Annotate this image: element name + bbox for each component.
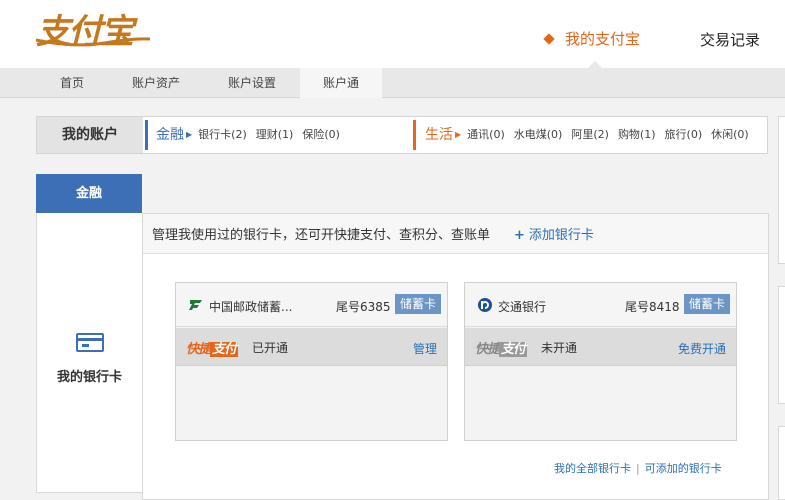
life-group-label[interactable]: 生活 <box>425 120 453 150</box>
nav-trade-records[interactable]: 交易记录 <box>700 29 760 50</box>
sidebar-item-bank-cards-label: 我的银行卡 <box>56 370 122 385</box>
manage-link[interactable]: 管理 <box>413 340 437 357</box>
quick-pay-badge-text: 快捷 <box>186 342 211 357</box>
quick-pay-badge-highlight: 支付 <box>210 342 239 357</box>
quick-pay-badge-highlight: 支付 <box>499 342 528 357</box>
all-bank-cards-link[interactable]: 我的全部银行卡 <box>554 462 631 475</box>
quick-pay-badge: 快捷 支付 <box>186 338 239 357</box>
right-panel-edge <box>778 286 785 404</box>
card-type-badge: 储蓄卡 <box>684 294 731 314</box>
life-item-utilities[interactable]: 水电煤(0) <box>514 120 563 150</box>
triangle-right-icon: ▶ <box>455 130 462 139</box>
sidebar-item-bank-cards[interactable]: 我的银行卡 <box>36 213 143 493</box>
sidebar-tab-finance[interactable]: 金融 <box>36 174 142 213</box>
plus-icon: + <box>514 228 525 243</box>
tab-account-settings[interactable]: 账户设置 <box>212 68 292 98</box>
panel-header: 管理我使用过的银行卡，还可开快捷支付、查积分、查账单 + 添加银行卡 <box>143 214 768 254</box>
quick-pay-badge: 快捷 支付 <box>475 338 528 357</box>
bank-card-header: 交通银行 尾号8418 储蓄卡 <box>465 283 736 327</box>
finance-item-bank-cards[interactable]: 银行卡(2) <box>198 120 247 150</box>
bank-links: 我的全部银行卡 | 可添加的银行卡 <box>554 460 722 476</box>
quick-pay-status: 未开通 <box>541 341 578 355</box>
add-bank-card-label: 添加银行卡 <box>528 228 594 243</box>
tab-home[interactable]: 首页 <box>36 68 108 98</box>
bank-card-postal: 中国邮政储蓄... 尾号6385 储蓄卡 快捷 支付 已开通 管理 <box>175 282 448 441</box>
bank-cards-panel: 管理我使用过的银行卡，还可开快捷支付、查积分、查账单 + 添加银行卡 中国邮政储蓄… <box>142 213 769 500</box>
sub-tabs: 首页 账户资产 账户设置 账户通 <box>0 68 785 98</box>
bank-card-icon <box>76 333 104 352</box>
card-type-badge: 储蓄卡 <box>395 294 442 314</box>
my-account-title: 我的账户 <box>37 117 143 153</box>
bank-name: 交通银行 <box>498 300 547 314</box>
enable-free-link[interactable]: 免费开通 <box>678 340 726 357</box>
right-panel-edge <box>778 426 785 500</box>
life-group: 生活 ▶ 通讯(0) 水电煤(0) 阿里(2) 购物(1) 旅行(0) 休闲(0… <box>413 120 785 150</box>
add-bank-card-link[interactable]: + 添加银行卡 <box>514 224 594 243</box>
triangle-right-icon: ▶ <box>186 130 193 139</box>
logo-swoosh-icon <box>35 37 151 47</box>
diamond-bullet-icon <box>543 32 555 45</box>
top-header: 支付宝 我的支付宝 交易记录 <box>0 0 785 68</box>
postal-bank-icon <box>189 300 202 310</box>
bank-card-header: 中国邮政储蓄... 尾号6385 储蓄卡 <box>176 283 447 327</box>
card-tail-number: 尾号6385 <box>336 300 391 314</box>
quick-pay-status: 已开通 <box>252 341 289 355</box>
finance-item-wealth[interactable]: 理财(1) <box>256 120 294 150</box>
addable-bank-cards-link[interactable]: 可添加的银行卡 <box>645 462 722 475</box>
life-item-telecom[interactable]: 通讯(0) <box>467 120 505 150</box>
quick-pay-row: 快捷 支付 未开通 免费开通 <box>465 328 736 366</box>
card-tail-number: 尾号8418 <box>625 300 680 314</box>
quick-pay-badge-text: 快捷 <box>475 342 500 357</box>
life-item-leisure[interactable]: 休闲(0) <box>711 120 749 150</box>
tab-account-assets[interactable]: 账户资产 <box>116 68 196 98</box>
finance-group-label[interactable]: 金融 <box>156 120 184 150</box>
finance-group: 金融 ▶ 银行卡(2) 理财(1) 保险(0) <box>145 120 411 150</box>
link-separator: | <box>636 462 640 475</box>
life-item-shopping[interactable]: 购物(1) <box>618 120 656 150</box>
bank-card-bocom: 交通银行 尾号8418 储蓄卡 快捷 支付 未开通 免费开通 <box>464 282 737 441</box>
panel-description: 管理我使用过的银行卡，还可开快捷支付、查积分、查账单 <box>152 228 491 243</box>
active-nav-pointer <box>588 61 602 68</box>
life-item-travel[interactable]: 旅行(0) <box>665 120 703 150</box>
bank-name: 中国邮政储蓄... <box>209 300 293 314</box>
right-panel-edge <box>778 116 785 264</box>
nav-my-alipay[interactable]: 我的支付宝 <box>543 28 641 49</box>
life-item-alibaba[interactable]: 阿里(2) <box>571 120 609 150</box>
bocom-icon <box>478 298 492 312</box>
tab-account-link[interactable]: 账户通 <box>300 68 382 98</box>
nav-my-alipay-label: 我的支付宝 <box>565 30 641 48</box>
my-account-bar: 我的账户 金融 ▶ 银行卡(2) 理财(1) 保险(0) 生活 ▶ 通讯(0) … <box>36 116 768 154</box>
finance-item-insurance[interactable]: 保险(0) <box>302 120 340 150</box>
quick-pay-row: 快捷 支付 已开通 管理 <box>176 328 447 366</box>
